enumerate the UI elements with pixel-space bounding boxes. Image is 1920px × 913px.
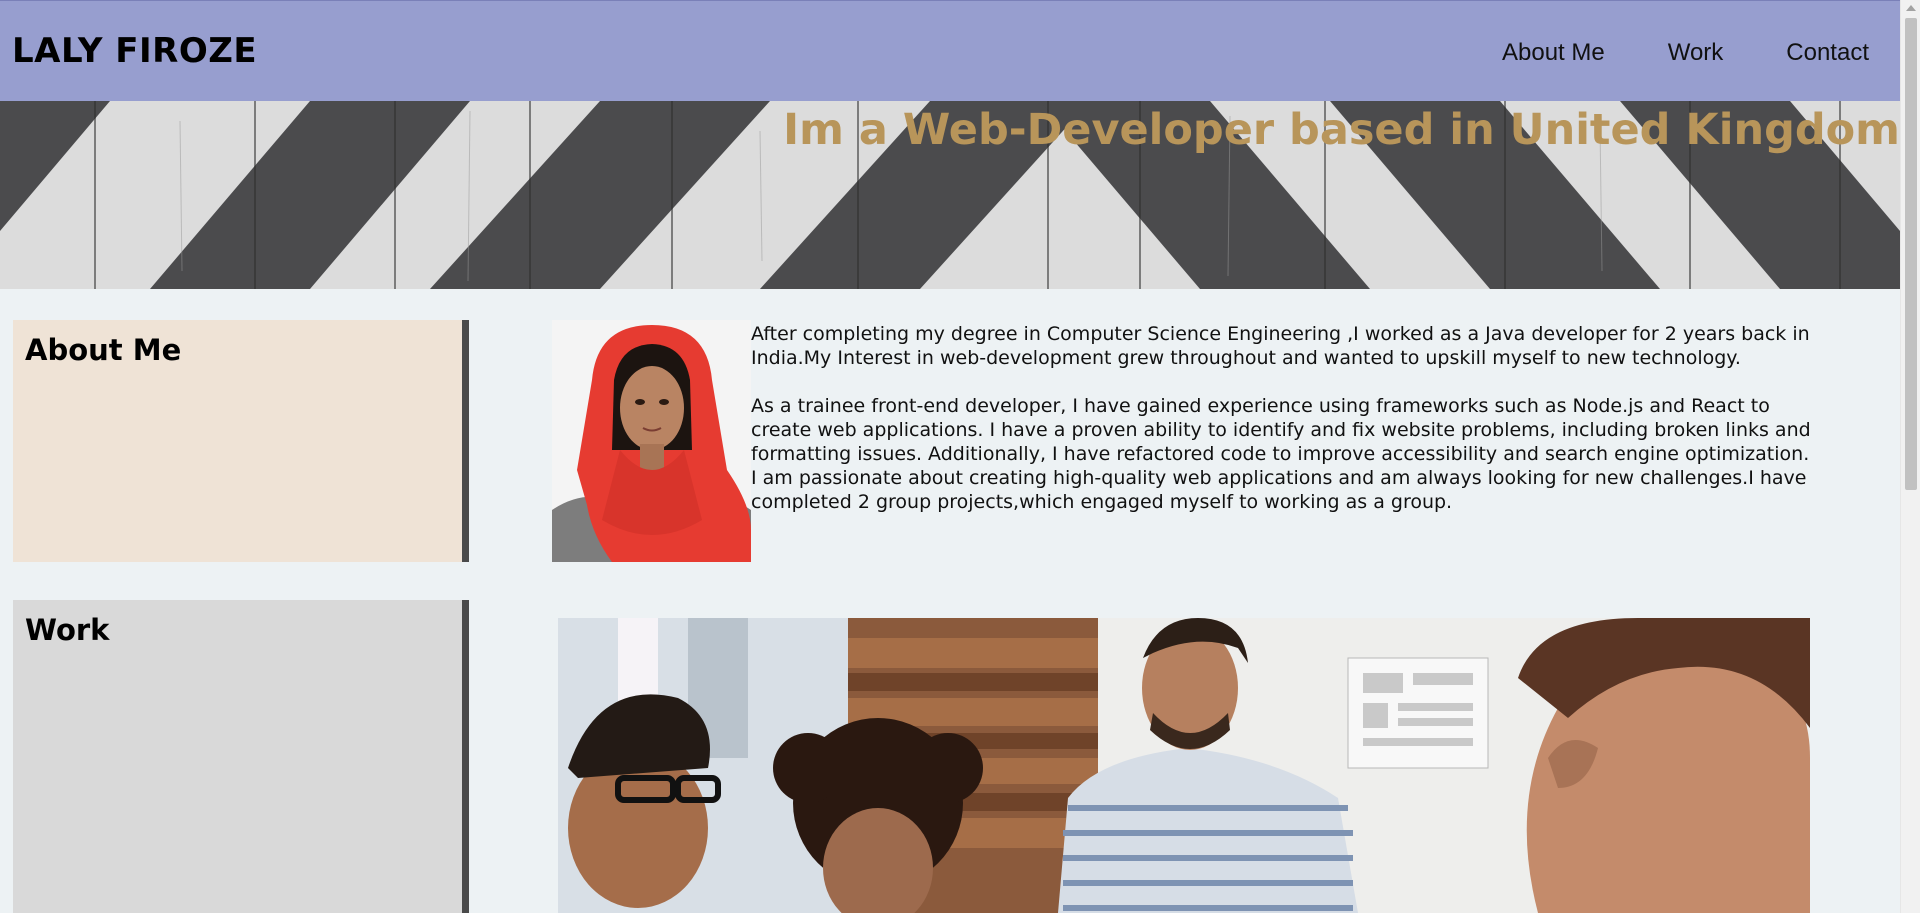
- page: LALY FIROZE About Me Work Contact Im a W…: [0, 0, 1900, 913]
- site-header: LALY FIROZE About Me Work Contact: [0, 0, 1900, 101]
- about-paragraph-1: After completing my degree in Computer S…: [751, 323, 1810, 369]
- scroll-up-arrow-icon[interactable]: [1906, 5, 1916, 11]
- about-me-card: About Me: [13, 320, 469, 562]
- about-me-heading: About Me: [25, 333, 182, 367]
- site-logo[interactable]: LALY FIROZE: [12, 31, 257, 71]
- main-nav: About Me Work Contact: [1439, 39, 1869, 67]
- profile-photo: [552, 320, 751, 562]
- work-heading: Work: [25, 613, 110, 647]
- work-team-photo: [558, 618, 1810, 913]
- about-paragraph-2: As a trainee front-end developer, I have…: [751, 395, 1811, 513]
- work-card: Work: [13, 600, 469, 913]
- vertical-scrollbar[interactable]: [1900, 0, 1920, 913]
- nav-link-contact[interactable]: Contact: [1786, 39, 1869, 67]
- nav-link-work[interactable]: Work: [1668, 39, 1724, 67]
- about-me-text: After completing my degree in Computer S…: [751, 322, 1811, 538]
- nav-link-about-me[interactable]: About Me: [1502, 39, 1605, 67]
- hero-banner: Im a Web-Developer based in United Kingd…: [0, 101, 1900, 289]
- scrollbar-thumb[interactable]: [1905, 18, 1917, 490]
- hero-title: Im a Web-Developer based in United Kingd…: [783, 105, 1900, 155]
